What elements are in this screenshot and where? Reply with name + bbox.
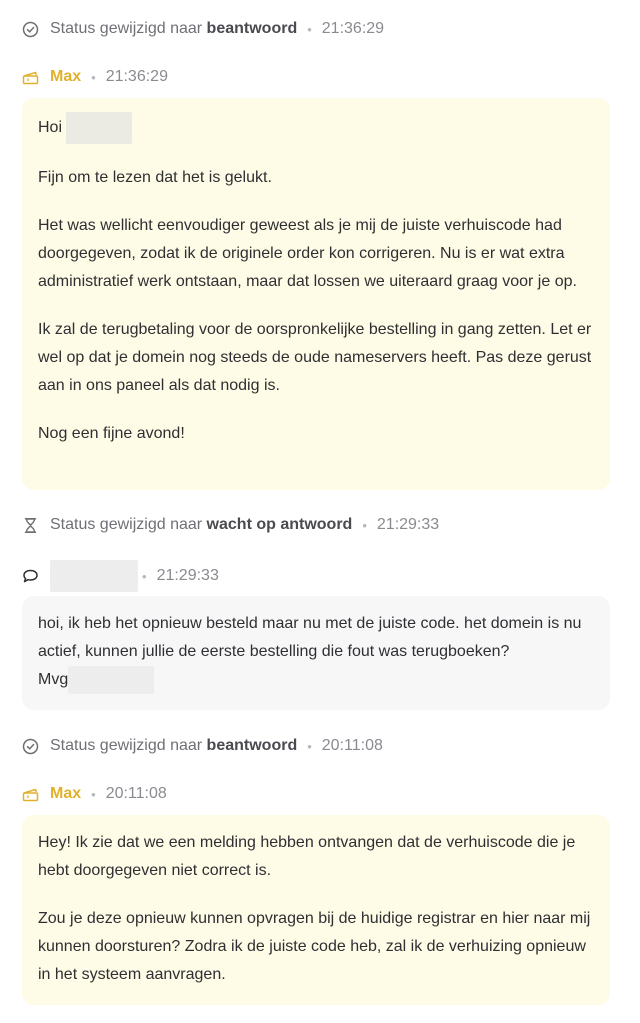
redacted-name <box>68 666 155 694</box>
status-change-row: Status gewijzigd naar beantwoord • 20:11… <box>22 737 383 755</box>
message-paragraph: Fijn om te lezen dat het is gelukt. <box>38 169 272 186</box>
ticket-icon <box>22 69 39 86</box>
message-paragraph: Zou je deze opnieuw kunnen opvragen bij … <box>38 910 591 983</box>
message-paragraph: Hey! Ik zie dat we een melding hebben on… <box>38 834 576 879</box>
check-circle-icon <box>22 738 39 755</box>
redacted-name <box>66 112 133 144</box>
timestamp: 20:11:08 <box>105 785 167 802</box>
agent-name: Max <box>50 785 82 802</box>
timestamp: 21:36:29 <box>321 20 385 37</box>
separator-dot: • <box>91 69 96 85</box>
status-change-row: Status gewijzigd naar wacht op antwoord … <box>22 516 439 534</box>
separator-dot: • <box>362 517 367 533</box>
check-circle-icon <box>22 21 39 38</box>
message-paragraph: hoi, ik heb het opnieuw besteld maar nu … <box>38 610 594 694</box>
agent-name: Max <box>50 68 82 85</box>
timestamp: 21:29:33 <box>156 567 219 584</box>
agent-message-header: Max • 21:36:29 <box>22 68 168 86</box>
redacted-customer-name <box>50 560 138 592</box>
separator-dot: • <box>91 786 96 802</box>
agent-message-bubble: Hoi Fijn om te lezen dat het is gelukt. … <box>22 98 610 490</box>
status-value: wacht op antwoord <box>206 516 353 533</box>
status-change-row: Status gewijzigd naar beantwoord • 21:36… <box>22 20 384 38</box>
agent-message-header: Max • 20:11:08 <box>22 785 167 803</box>
status-value: beantwoord <box>206 737 298 754</box>
timestamp: 20:11:08 <box>321 737 383 754</box>
status-text: Status gewijzigd naar <box>50 737 203 754</box>
agent-message-bubble: Hey! Ik zie dat we een melding hebben on… <box>22 815 610 1005</box>
separator-dot: • <box>307 21 312 37</box>
message-greeting: Hoi <box>38 112 594 144</box>
message-paragraph: Ik zal de terugbetaling voor de oorspron… <box>38 321 592 394</box>
hourglass-icon <box>22 517 39 534</box>
timestamp: 21:29:33 <box>376 516 440 533</box>
customer-message-bubble: hoi, ik heb het opnieuw besteld maar nu … <box>22 596 610 710</box>
status-text: Status gewijzigd naar <box>50 20 203 37</box>
chat-bubble-icon <box>22 568 39 585</box>
customer-message-header: • 21:29:33 <box>22 560 219 592</box>
status-value: beantwoord <box>206 20 298 37</box>
separator-dot: • <box>142 568 147 584</box>
message-paragraph: Het was wellicht eenvoudiger geweest als… <box>38 217 577 290</box>
message-signoff: Mvg <box>38 671 69 689</box>
message-paragraph: Nog een fijne avond! <box>38 425 185 442</box>
separator-dot: • <box>307 738 312 754</box>
timestamp: 21:36:29 <box>105 68 168 85</box>
status-text: Status gewijzigd naar <box>50 516 203 533</box>
ticket-icon <box>22 786 39 803</box>
